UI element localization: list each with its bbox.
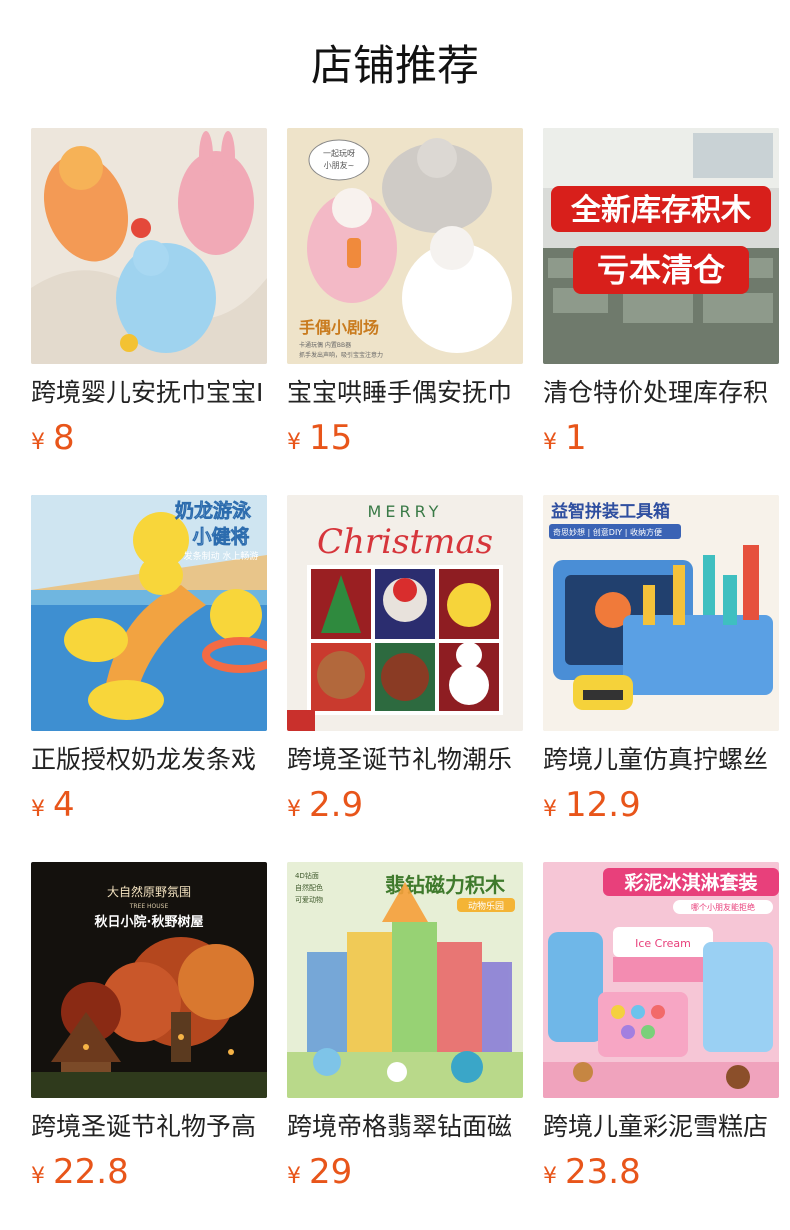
ice-cream-playdough-image: 彩泥冰淇淋套装 哪个小朋友能拒绝 Ice Cream (543, 862, 779, 1098)
product-image[interactable]: 奶龙游泳 小健将 发条制动 水上畅游 (31, 495, 267, 731)
product-price: ¥1 (543, 416, 779, 460)
product-price: ¥22.8 (31, 1150, 267, 1194)
product-name[interactable]: 正版授权奶龙发条戏 (31, 743, 267, 777)
page-title: 店铺推荐 (310, 41, 479, 90)
magnetic-tiles-image: 翡钻磁力积木 动物乐园 4D钻面 自然配色 可爱动物 (287, 862, 523, 1098)
speech-bubble-line2: 小朋友~ (324, 160, 355, 170)
product-image[interactable]: 彩泥冰淇淋套装 哪个小朋友能拒绝 Ice Cream (543, 862, 779, 1098)
treehouse-tagline: 大自然原野氛围 (107, 884, 191, 899)
product-name[interactable]: 跨境儿童仿真拧螺丝 (543, 743, 779, 777)
product-name[interactable]: 宝宝哄睡手偶安抚巾 (287, 376, 523, 410)
product-card[interactable]: 翡钻磁力积木 动物乐园 4D钻面 自然配色 可爱动物 跨境帝格翡翠钻面磁 ¥ 2… (287, 862, 523, 1194)
currency-symbol: ¥ (543, 430, 557, 455)
clearance-line2: 亏本清仓 (597, 251, 726, 289)
price-value: 1 (565, 418, 587, 458)
magnet-badge: 动物乐园 (468, 900, 504, 912)
hand-puppet-image: 一起玩呀 小朋友~ 手偶小剧场 卡通玩偶 内置BB器 抓手发出声响，吸引宝宝注意… (287, 128, 523, 364)
currency-symbol: ¥ (287, 1164, 301, 1189)
tree-house-blocks-image: 大自然原野氛围 TREE HOUSE 秋日小院·秋野树屋 (31, 862, 267, 1098)
product-card[interactable]: 一起玩呀 小朋友~ 手偶小剧场 卡通玩偶 内置BB器 抓手发出声响，吸引宝宝注意… (287, 128, 523, 460)
clearance-line1: 全新库存积木 (570, 193, 751, 228)
currency-symbol: ¥ (287, 797, 301, 822)
toolbox-subtitle: 奇思妙想 | 创意DIY | 收纳方便 (553, 527, 662, 537)
price-value: 8 (53, 418, 75, 458)
swim-subtitle: 发条制动 水上畅游 (184, 550, 259, 562)
currency-symbol: ¥ (31, 797, 45, 822)
puppet-feature-2: 抓手发出声响，吸引宝宝注意力 (299, 351, 383, 359)
product-name[interactable]: 跨境圣诞节礼物予高 (31, 1110, 267, 1144)
price-value: 4 (53, 785, 75, 825)
product-price: ¥12.9 (543, 783, 779, 827)
price-value: 29 (309, 1152, 353, 1192)
store-recommendations-page: 店铺推荐 跨境婴儿安抚巾宝宝I ¥ 8 一起玩呀 小朋友~ 手偶小剧场 卡通玩偶… (0, 0, 790, 1230)
magnet-feature-1: 4D钻面 (295, 871, 319, 880)
swim-title1: 奶龙游泳 (175, 499, 252, 522)
puppet-theater-caption: 手偶小剧场 (299, 318, 379, 337)
product-card[interactable]: MERRY Christmas 跨境圣诞节礼物潮乐 ¥2.9 (287, 495, 523, 827)
xmas-christmas: Christmas (317, 522, 493, 562)
baby-comforter-image (31, 128, 267, 364)
price-value: 2.9 (309, 785, 364, 825)
currency-symbol: ¥ (543, 1164, 557, 1189)
product-image[interactable]: 全新库存积木 亏本清仓 (543, 128, 779, 364)
xmas-merry: MERRY (368, 502, 443, 521)
icecream-subtitle: 哪个小朋友能拒绝 (691, 902, 755, 912)
product-price: ¥29 (287, 1150, 523, 1194)
product-price: ¥4 (31, 783, 267, 827)
product-card[interactable]: 奶龙游泳 小健将 发条制动 水上畅游 正版授权奶龙发条戏 ¥4 (31, 495, 267, 827)
product-image[interactable]: 益智拼装工具箱 奇思妙想 | 创意DIY | 收纳方便 (543, 495, 779, 731)
speech-bubble-line1: 一起玩呀 (323, 149, 355, 158)
product-name[interactable]: 跨境圣诞节礼物潮乐 (287, 743, 523, 777)
product-name[interactable]: 跨境帝格翡翠钻面磁 (287, 1110, 523, 1144)
price-value: 15 (309, 418, 353, 458)
toolbox-title: 益智拼装工具箱 (551, 501, 670, 522)
product-card[interactable]: 益智拼装工具箱 奇思妙想 | 创意DIY | 收纳方便 跨境儿童仿真拧螺丝 ¥1… (543, 495, 779, 827)
currency-symbol: ¥ (543, 797, 557, 822)
product-card[interactable]: 大自然原野氛围 TREE HOUSE 秋日小院·秋野树屋 跨境圣诞节礼物予高 ¥… (31, 862, 267, 1194)
treehouse-en: TREE HOUSE (129, 903, 169, 910)
product-image[interactable]: MERRY Christmas (287, 495, 523, 731)
product-card[interactable]: 彩泥冰淇淋套装 哪个小朋友能拒绝 Ice Cream 跨境儿童彩泥雪糕店 ¥ 2… (543, 862, 779, 1194)
product-image[interactable] (31, 128, 267, 364)
swimming-dinosaur-toy-image: 奶龙游泳 小健将 发条制动 水上畅游 (31, 495, 267, 731)
icecream-sign: Ice Cream (635, 937, 691, 950)
product-price: ¥15 (287, 416, 523, 460)
product-price: ¥2.9 (287, 783, 523, 827)
currency-symbol: ¥ (31, 430, 45, 455)
screw-toolbox-image: 益智拼装工具箱 奇思妙想 | 创意DIY | 收纳方便 (543, 495, 779, 731)
product-price: ¥23.8 (543, 1150, 779, 1194)
puppet-feature-1: 卡通玩偶 内置BB器 (299, 341, 351, 349)
icecream-title: 彩泥冰淇淋套装 (623, 871, 757, 894)
product-name[interactable]: 清仓特价处理库存积 (543, 376, 779, 410)
product-card[interactable]: 全新库存积木 亏本清仓 清仓特价处理库存积 ¥1 (543, 128, 779, 460)
currency-symbol: ¥ (31, 1164, 45, 1189)
product-image[interactable]: 一起玩呀 小朋友~ 手偶小剧场 卡通玩偶 内置BB器 抓手发出声响，吸引宝宝注意… (287, 128, 523, 364)
product-price: ¥8 (31, 416, 267, 460)
magnet-feature-3: 可爱动物 (295, 895, 323, 904)
product-image[interactable]: 翡钻磁力积木 动物乐园 4D钻面 自然配色 可爱动物 (287, 862, 523, 1098)
product-name[interactable]: 跨境儿童彩泥雪糕店 (543, 1110, 779, 1144)
magnet-feature-2: 自然配色 (295, 883, 323, 892)
product-card[interactable]: 跨境婴儿安抚巾宝宝I ¥8 (31, 128, 267, 460)
warehouse-clearance-image: 全新库存积木 亏本清仓 (543, 128, 779, 364)
product-image[interactable]: 大自然原野氛围 TREE HOUSE 秋日小院·秋野树屋 (31, 862, 267, 1098)
price-value: 23.8 (565, 1152, 641, 1192)
currency-symbol: ¥ (287, 430, 301, 455)
price-value: 12.9 (565, 785, 641, 825)
swim-title2: 小健将 (192, 525, 249, 548)
price-value: 22.8 (53, 1152, 129, 1192)
product-name[interactable]: 跨境婴儿安抚巾宝宝I (31, 376, 267, 410)
christmas-blocks-image: MERRY Christmas (287, 495, 523, 731)
treehouse-title: 秋日小院·秋野树屋 (95, 914, 204, 930)
